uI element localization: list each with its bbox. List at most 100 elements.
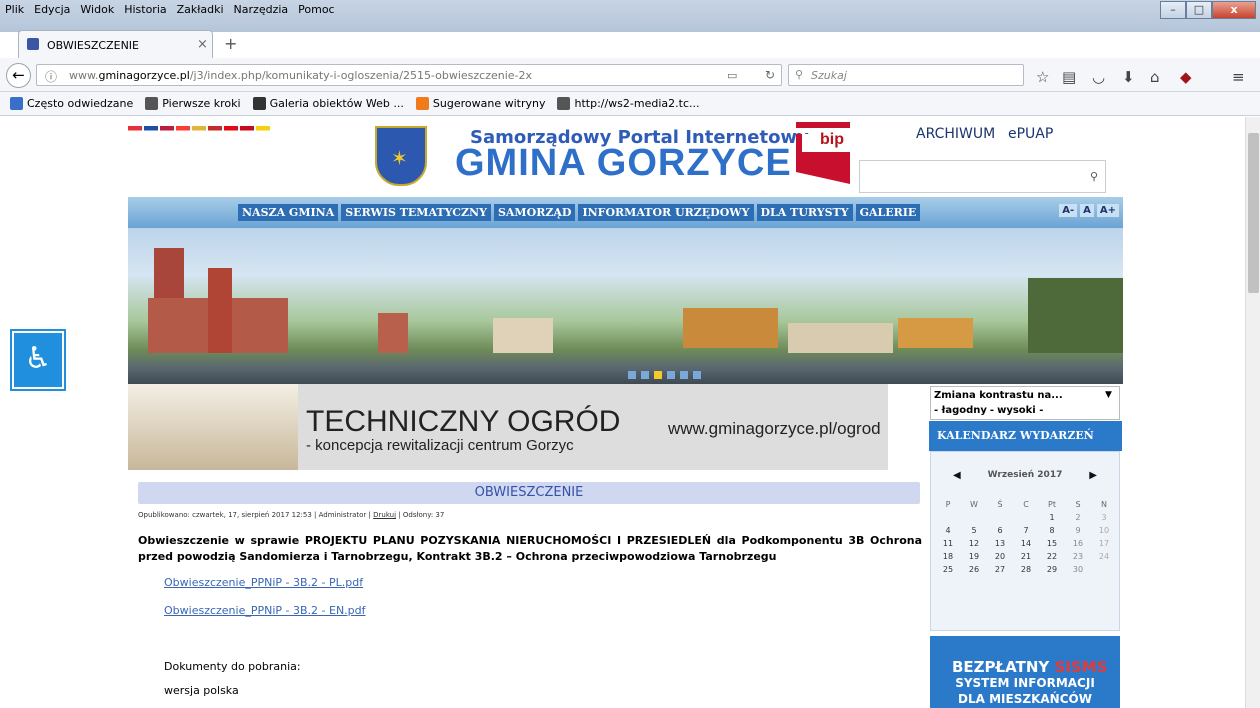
tab-close-icon[interactable]: × [197, 37, 208, 52]
nav-item[interactable]: DLA TURYSTY [756, 204, 853, 221]
reload-icon[interactable]: ↻ [765, 68, 775, 82]
calendar-day[interactable]: 12 [961, 539, 987, 548]
calendar-day[interactable]: 4 [935, 526, 961, 535]
download-icon[interactable]: ⬇ [1122, 68, 1135, 86]
language-flag-icon[interactable] [224, 126, 238, 135]
calendar-day[interactable]: 27 [987, 565, 1013, 574]
ogrod-promo-banner[interactable]: TECHNICZNY OGRÓD - koncepcja rewitalizac… [128, 384, 930, 470]
page-scrollbar[interactable] [1245, 117, 1260, 708]
menu-2[interactable]: Widok [75, 0, 119, 20]
epuap-link[interactable]: ePUAP [1008, 126, 1053, 142]
bookmark-item[interactable]: http://ws2-media2.tc... [557, 97, 700, 110]
menu-4[interactable]: Zakładki [172, 0, 229, 20]
nav-item[interactable]: INFORMATOR URZĘDOWY [578, 204, 754, 221]
new-tab-button[interactable]: + [224, 34, 237, 53]
language-flag-icon[interactable] [240, 126, 254, 135]
menu-3[interactable]: Historia [119, 0, 171, 20]
chevron-down-icon[interactable]: ▼ [1105, 390, 1112, 400]
menu-1[interactable]: Edycja [29, 0, 75, 20]
calendar-day[interactable]: 10 [1091, 526, 1117, 535]
gmina-crest-logo[interactable]: ✶ [375, 126, 427, 186]
calendar-day[interactable]: 17 [1091, 539, 1117, 548]
bookmark-item[interactable]: Często odwiedzane [10, 97, 133, 110]
language-flag-icon[interactable] [192, 126, 206, 135]
slider-dot[interactable] [628, 371, 636, 379]
calendar-next-icon[interactable]: ▶ [1089, 470, 1097, 481]
calendar-day[interactable]: 23 [1065, 552, 1091, 561]
site-title[interactable]: GMINA GORZYCE [455, 142, 792, 185]
contrast-high-link[interactable]: wysoki - [997, 405, 1043, 416]
site-search-input[interactable]: ⚲ [859, 160, 1106, 193]
pdf-link-en[interactable]: Obwieszczenie_PPNiP - 3B.2 - EN.pdf [164, 604, 366, 617]
nav-item[interactable]: SERWIS TEMATYCZNY [341, 204, 491, 221]
calendar-day[interactable]: 25 [935, 565, 961, 574]
close-window-button[interactable]: x [1212, 1, 1256, 19]
bookmark-item[interactable]: Pierwsze kroki [145, 97, 241, 110]
calendar-day[interactable]: 16 [1065, 539, 1091, 548]
calendar-day[interactable]: 21 [1013, 552, 1039, 561]
search-icon[interactable]: ⚲ [1090, 170, 1098, 183]
calendar-day[interactable]: 7 [1013, 526, 1039, 535]
calendar-day[interactable]: 19 [961, 552, 987, 561]
menu-0[interactable]: Plik [0, 0, 29, 20]
bookmark-item[interactable]: Galeria obiektów Web ... [252, 97, 404, 110]
language-flag-icon[interactable] [256, 126, 270, 135]
maximize-button[interactable]: □ [1186, 1, 1212, 19]
accessibility-widget[interactable]: ♿ [10, 329, 66, 391]
slider-dot[interactable] [693, 371, 701, 379]
contrast-select[interactable]: Zmiana kontrastu na... ▼ - łagodny - wys… [930, 386, 1120, 420]
calendar-day[interactable]: 9 [1065, 526, 1091, 535]
language-flag-icon[interactable] [160, 126, 174, 135]
menu-6[interactable]: Pomoc [293, 0, 339, 20]
calendar-day[interactable]: 28 [1013, 565, 1039, 574]
browser-search-input[interactable]: ⚲ Szukaj [788, 64, 1024, 86]
calendar-day[interactable]: 14 [1013, 539, 1039, 548]
pocket-icon[interactable]: ◡ [1092, 68, 1105, 86]
calendar-day[interactable]: 1 [1039, 513, 1065, 522]
language-flag-icon[interactable] [128, 126, 142, 135]
info-icon[interactable]: ⓘ [45, 68, 57, 85]
calendar-day[interactable]: 6 [987, 526, 1013, 535]
nav-item[interactable]: NASZA GMINA [238, 204, 339, 221]
slider-dot-active[interactable] [654, 371, 662, 379]
calendar-day[interactable]: 5 [961, 526, 987, 535]
font-size-button[interactable]: A- [1059, 204, 1078, 217]
nav-item[interactable]: GALERIE [855, 204, 921, 221]
sisms-banner[interactable]: BEZPŁATNY SISMS SYSTEM INFORMACJI DLA MI… [930, 636, 1120, 708]
nav-item[interactable]: SAMORZĄD [493, 204, 576, 221]
language-flag-icon[interactable] [176, 126, 190, 135]
contrast-soft-link[interactable]: - łagodny [934, 405, 987, 416]
browser-tab[interactable]: OBWIESZCZENIE × [18, 30, 213, 58]
language-flag-icon[interactable] [208, 126, 222, 135]
scrollbar-thumb[interactable] [1248, 133, 1259, 293]
ublock-icon[interactable]: ◆ [1180, 68, 1192, 86]
bookmark-star-icon[interactable]: ☆ [1036, 68, 1049, 86]
slider-dot[interactable] [667, 371, 675, 379]
reader-view-icon[interactable]: ▭ [727, 69, 737, 82]
bookmark-item[interactable]: Sugerowane witryny [415, 97, 545, 110]
archiwum-link[interactable]: ARCHIWUM [916, 126, 995, 142]
calendar-day[interactable]: 18 [935, 552, 961, 561]
url-bar[interactable]: ⓘ www.gminagorzyce.pl/j3/index.php/komun… [36, 64, 782, 86]
font-size-button[interactable]: A [1080, 204, 1094, 217]
calendar-day[interactable]: 29 [1039, 565, 1065, 574]
calendar-day[interactable]: 24 [1091, 552, 1117, 561]
calendar-day[interactable]: 26 [961, 565, 987, 574]
calendar-day[interactable]: 30 [1065, 565, 1091, 574]
language-flag-icon[interactable] [144, 126, 158, 135]
calendar-day[interactable]: 15 [1039, 539, 1065, 548]
hamburger-menu-icon[interactable]: ≡ [1232, 68, 1245, 86]
calendar-day[interactable]: 11 [935, 539, 961, 548]
slider-dot[interactable] [641, 371, 649, 379]
library-icon[interactable]: ▤ [1062, 68, 1076, 86]
slider-dot[interactable] [680, 371, 688, 379]
calendar-day[interactable]: 3 [1091, 513, 1117, 522]
calendar-day[interactable]: 2 [1065, 513, 1091, 522]
calendar-day[interactable]: 20 [987, 552, 1013, 561]
calendar-day[interactable]: 8 [1039, 526, 1065, 535]
calendar-day[interactable]: 22 [1039, 552, 1065, 561]
pdf-link-pl[interactable]: Obwieszczenie_PPNiP - 3B.2 - PL.pdf [164, 576, 363, 589]
print-link[interactable]: Drukuj [373, 511, 396, 519]
calendar-day[interactable]: 13 [987, 539, 1013, 548]
font-size-button[interactable]: A+ [1096, 204, 1119, 217]
